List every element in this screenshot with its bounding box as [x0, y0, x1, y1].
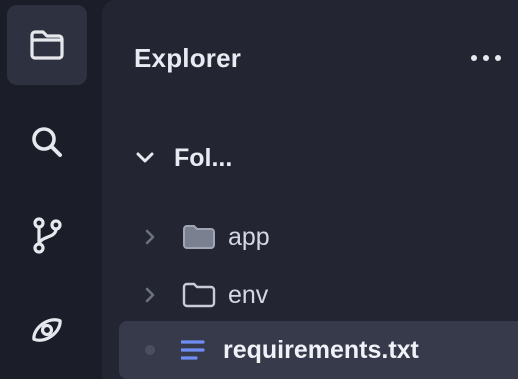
app-window: Explorer Fol... app env requirements.txt: [0, 0, 518, 379]
search-activity-button[interactable]: [7, 102, 87, 182]
tree-item-label: app: [228, 222, 270, 251]
search-icon: [32, 127, 62, 157]
tree-item-label: requirements.txt: [223, 335, 419, 364]
tree-item-label: env: [228, 280, 269, 309]
sidebar-header: Explorer: [134, 38, 506, 78]
tree-item-requirements-txt[interactable]: requirements.txt: [119, 321, 518, 379]
eye-icon: [32, 318, 62, 342]
chevron-right-icon: [144, 228, 156, 246]
more-actions-button[interactable]: [466, 43, 506, 73]
explorer-sidebar: Explorer Fol... app env requirements.txt: [102, 0, 518, 379]
indent-dot: [145, 345, 155, 355]
ellipsis-icon: [471, 55, 501, 61]
watch-activity-button[interactable]: [7, 290, 87, 370]
folder-icon: [30, 30, 64, 60]
root-folder-row[interactable]: Fol...: [136, 136, 232, 180]
source-control-icon: [33, 217, 62, 254]
root-folder-label: Fol...: [174, 143, 233, 172]
activity-bar: [0, 0, 102, 379]
sidebar-title: Explorer: [134, 42, 242, 73]
folder-filled-icon: [183, 225, 215, 249]
tree-item-env[interactable]: env: [144, 270, 268, 320]
folder-outline-icon: [182, 282, 216, 308]
explorer-activity-button[interactable]: [7, 5, 87, 85]
text-file-icon: [181, 340, 205, 360]
source-control-activity-button[interactable]: [7, 195, 87, 275]
chevron-down-icon: [136, 152, 154, 164]
tree-item-app[interactable]: app: [144, 212, 270, 262]
chevron-right-icon: [144, 286, 156, 304]
